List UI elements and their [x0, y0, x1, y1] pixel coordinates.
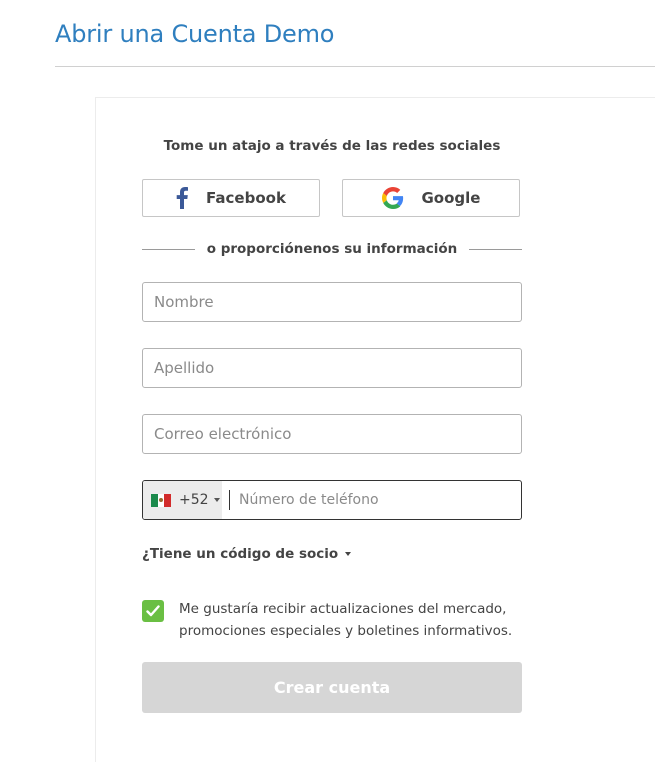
- divider-text: o proporciónenos su información: [206, 241, 458, 257]
- partner-code-label: ¿Tiene un código de socio: [142, 546, 339, 562]
- last-name-input[interactable]: [142, 348, 522, 388]
- check-icon: [146, 605, 160, 617]
- caret-down-icon: [213, 498, 220, 502]
- facebook-button[interactable]: Facebook: [142, 179, 320, 217]
- dial-code: +52: [179, 492, 209, 508]
- google-label: Google: [421, 189, 481, 207]
- caret-down-icon: [345, 552, 352, 556]
- partner-code-toggle[interactable]: ¿Tiene un código de socio: [142, 546, 352, 562]
- google-icon: [381, 187, 404, 209]
- phone-number-input[interactable]: [230, 481, 521, 519]
- create-account-button[interactable]: Crear cuenta: [142, 662, 522, 713]
- facebook-label: Facebook: [206, 189, 286, 207]
- facebook-icon: [176, 187, 189, 209]
- mexico-flag-icon: [151, 493, 172, 507]
- consent-text: Me gustaría recibir actualizaciones del …: [179, 601, 513, 639]
- signup-card: Tome un atajo a través de las redes soci…: [95, 97, 655, 762]
- first-name-input[interactable]: [142, 282, 522, 322]
- consent-checkbox[interactable]: [142, 600, 164, 622]
- country-code-selector[interactable]: +52: [143, 481, 222, 519]
- google-button[interactable]: Google: [342, 179, 520, 217]
- title-divider: [55, 66, 655, 67]
- or-divider: o proporciónenos su información: [142, 241, 523, 257]
- social-heading: Tome un atajo a través de las redes soci…: [163, 138, 501, 154]
- email-input[interactable]: [142, 414, 522, 454]
- page-title: Abrir una Cuenta Demo: [55, 20, 335, 48]
- phone-field: +52: [142, 480, 522, 520]
- divider-line-left: [142, 248, 195, 250]
- divider-line-right: [469, 248, 523, 250]
